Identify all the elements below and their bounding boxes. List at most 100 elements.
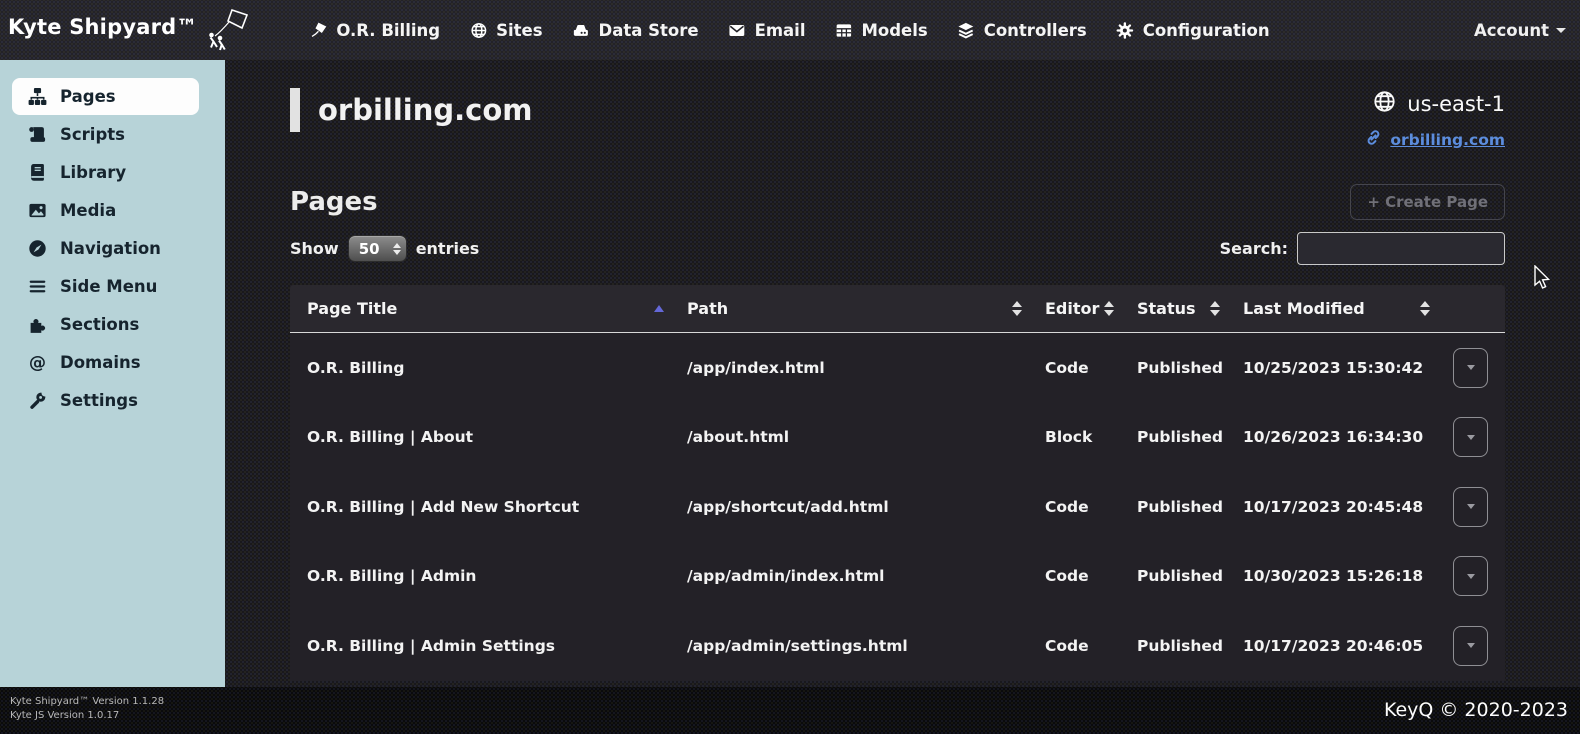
show-label: Show bbox=[290, 239, 339, 258]
cell-page-title: O.R. Billing bbox=[290, 359, 672, 377]
sidebar-item-label: Media bbox=[60, 201, 116, 220]
nav-item-models[interactable]: Models bbox=[835, 21, 927, 40]
column-label: Page Title bbox=[307, 299, 397, 318]
nav-item-email[interactable]: Email bbox=[729, 21, 806, 40]
chevron-down-icon bbox=[1467, 643, 1475, 648]
compass-icon bbox=[28, 239, 47, 258]
globe-region-icon bbox=[1373, 90, 1396, 118]
cell-path: /about.html bbox=[672, 428, 1030, 446]
table-controls: Show 50 entries Search: bbox=[290, 232, 1505, 265]
at-icon: @ bbox=[28, 353, 47, 372]
gear-icon bbox=[1117, 22, 1134, 39]
cell-last-modified: 10/26/2023 16:34:30 bbox=[1228, 428, 1438, 446]
sidebar-item-settings[interactable]: Settings bbox=[12, 382, 199, 419]
entries-label: entries bbox=[416, 239, 480, 258]
sidebar-item-scripts[interactable]: Scripts bbox=[12, 116, 199, 153]
page-title: Pages bbox=[290, 187, 378, 217]
footer-copyright: KeyQ © 2020-2023 bbox=[1384, 699, 1568, 721]
row-actions-dropdown-button[interactable] bbox=[1453, 487, 1488, 527]
cell-editor: Code bbox=[1030, 359, 1122, 377]
nav-item-or-billing[interactable]: O.R. Billing bbox=[310, 21, 440, 40]
table-row: O.R. Billing | About /about.html Block P… bbox=[290, 403, 1505, 473]
region-box: us-east-1 orbilling.com bbox=[1365, 90, 1505, 150]
nav-label: Configuration bbox=[1143, 21, 1270, 40]
sitemap-icon bbox=[28, 87, 47, 106]
site-link[interactable]: orbilling.com bbox=[1390, 131, 1505, 149]
kite-flying-logo-icon bbox=[202, 9, 250, 55]
spinner-arrows-icon bbox=[393, 243, 401, 255]
cell-editor: Code bbox=[1030, 498, 1122, 516]
wrench-icon bbox=[28, 391, 47, 410]
column-header-last-modified[interactable]: Last Modified bbox=[1228, 285, 1438, 332]
nav-item-controllers[interactable]: Controllers bbox=[958, 21, 1087, 40]
site-header: orbilling.com bbox=[290, 88, 1505, 132]
layers-icon bbox=[958, 22, 975, 39]
sidebar-item-pages[interactable]: Pages bbox=[12, 78, 199, 115]
nav-label: O.R. Billing bbox=[336, 21, 440, 40]
column-label: Editor bbox=[1045, 299, 1099, 318]
footer-version-info: Kyte Shipyard™ Version 1.1.28 Kyte JS Ve… bbox=[10, 695, 164, 723]
sidebar-item-library[interactable]: Library bbox=[12, 154, 199, 191]
page-size-select[interactable]: 50 bbox=[348, 235, 407, 262]
chevron-down-icon bbox=[1556, 28, 1566, 33]
nav-item-sites[interactable]: Sites bbox=[470, 21, 542, 40]
column-header-status[interactable]: Status bbox=[1122, 285, 1228, 332]
region-row: us-east-1 bbox=[1373, 90, 1505, 118]
kite-icon bbox=[310, 22, 327, 39]
sidebar-item-media[interactable]: Media bbox=[12, 192, 199, 229]
sidebar-item-domains[interactable]: @ Domains bbox=[12, 344, 199, 381]
cell-editor: Code bbox=[1030, 637, 1122, 655]
cell-last-modified: 10/17/2023 20:46:05 bbox=[1228, 637, 1438, 655]
column-header-path[interactable]: Path bbox=[672, 285, 1030, 332]
cell-last-modified: 10/17/2023 20:45:48 bbox=[1228, 498, 1438, 516]
row-actions-dropdown-button[interactable] bbox=[1453, 626, 1488, 666]
sidebar-item-label: Scripts bbox=[60, 125, 125, 144]
cell-editor: Block bbox=[1030, 428, 1122, 446]
kytejs-version: Kyte JS Version 1.0.17 bbox=[10, 709, 164, 723]
top-navbar: Kyte Shipyard™ O.R. Billing bbox=[0, 0, 1580, 60]
chevron-down-icon bbox=[1467, 504, 1475, 509]
nav-item-configuration[interactable]: Configuration bbox=[1117, 21, 1270, 40]
column-label: Status bbox=[1137, 299, 1196, 318]
cell-path: /app/index.html bbox=[672, 359, 1030, 377]
footer: Kyte Shipyard™ Version 1.1.28 Kyte JS Ve… bbox=[0, 687, 1580, 734]
sort-icon bbox=[1210, 301, 1220, 316]
column-header-editor[interactable]: Editor bbox=[1030, 285, 1122, 332]
cell-last-modified: 10/25/2023 15:30:42 bbox=[1228, 359, 1438, 377]
column-header-page-title[interactable]: Page Title bbox=[290, 285, 672, 332]
cell-editor: Code bbox=[1030, 567, 1122, 585]
chevron-down-icon bbox=[1467, 574, 1475, 579]
row-actions-dropdown-button[interactable] bbox=[1453, 417, 1488, 457]
heading-row: Pages + Create Page bbox=[290, 184, 1505, 220]
row-actions-dropdown-button[interactable] bbox=[1453, 556, 1488, 596]
cell-page-title: O.R. Billing | About bbox=[290, 428, 672, 446]
table-cells-icon bbox=[835, 22, 852, 39]
search-label: Search: bbox=[1220, 239, 1288, 258]
sidebar-item-label: Side Menu bbox=[60, 277, 157, 296]
table-row: O.R. Billing | Add New Shortcut /app/sho… bbox=[290, 472, 1505, 542]
shipyard-version: Kyte Shipyard™ Version 1.1.28 bbox=[10, 695, 164, 709]
globe-icon bbox=[470, 22, 487, 39]
harddrive-icon bbox=[573, 22, 590, 39]
search-input[interactable] bbox=[1297, 232, 1505, 265]
chevron-down-icon bbox=[1467, 435, 1475, 440]
sidebar-item-sections[interactable]: Sections bbox=[12, 306, 199, 343]
sidebar-item-side-menu[interactable]: Side Menu bbox=[12, 268, 199, 305]
account-menu[interactable]: Account bbox=[1474, 21, 1566, 40]
create-page-button[interactable]: + Create Page bbox=[1350, 184, 1505, 220]
sidebar-item-label: Settings bbox=[60, 391, 138, 410]
sidebar-item-label: Sections bbox=[60, 315, 139, 334]
sidebar-item-label: Pages bbox=[60, 87, 116, 106]
sort-ascending-icon bbox=[654, 305, 664, 312]
cell-status: Published bbox=[1122, 498, 1228, 516]
sidebar-item-navigation[interactable]: Navigation bbox=[12, 230, 199, 267]
scroll-icon bbox=[28, 125, 47, 144]
page-size-value: 50 bbox=[359, 240, 393, 258]
brand-logo[interactable]: Kyte Shipyard™ bbox=[0, 5, 250, 55]
show-entries-group: Show 50 entries bbox=[290, 235, 479, 262]
sort-icon bbox=[1012, 301, 1022, 316]
nav-item-data-store[interactable]: Data Store bbox=[573, 21, 699, 40]
accent-bar bbox=[290, 88, 300, 132]
cell-status: Published bbox=[1122, 359, 1228, 377]
row-actions-dropdown-button[interactable] bbox=[1453, 348, 1488, 388]
